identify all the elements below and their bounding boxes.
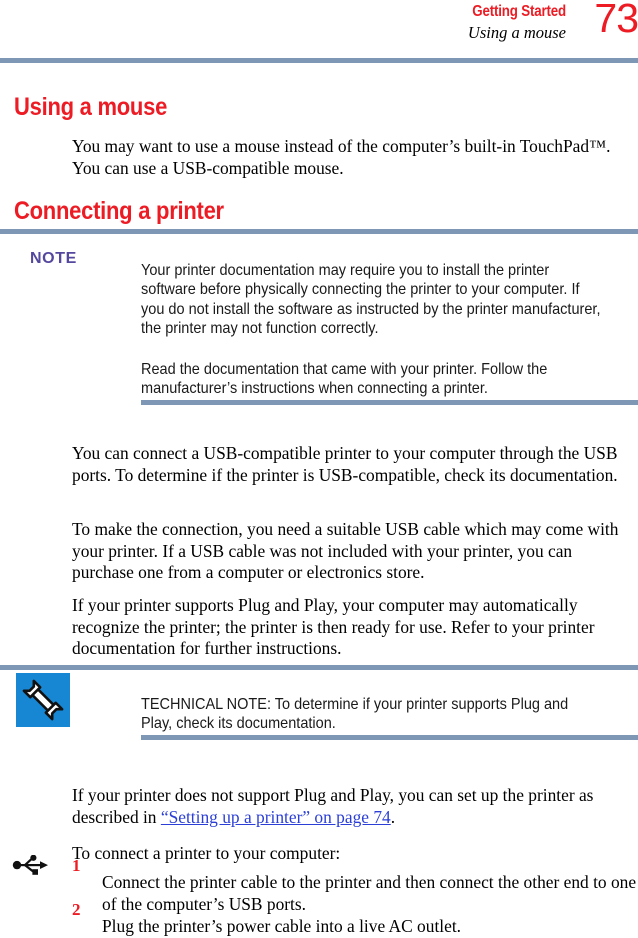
running-header: Getting Started Using a mouse 73 — [0, 0, 638, 58]
manual-page: Getting Started Using a mouse 73 Using a… — [0, 0, 638, 936]
paragraph-usb-compatible-printer: You can connect a USB-compatible printer… — [72, 443, 618, 485]
procedure-intro: To connect a printer to your computer: — [72, 843, 341, 864]
header-chapter-title: Getting Started — [472, 3, 566, 20]
step-number: 1 — [72, 856, 81, 875]
page-number: 73 — [594, 0, 638, 41]
wrench-icon — [16, 673, 70, 727]
step-text: Plug the printer’s power cable into a li… — [102, 916, 462, 937]
note-bottom-divider — [141, 400, 638, 405]
heading-connecting-a-printer: Connecting a printer — [14, 196, 224, 225]
paragraph-plug-and-play: If your printer supports Plug and Play, … — [72, 595, 595, 659]
paragraph-text-after-link: . — [390, 806, 396, 827]
header-divider — [0, 58, 638, 63]
usb-icon — [12, 855, 50, 875]
note-paragraph-2: Read the documentation that came with yo… — [141, 360, 548, 398]
paragraph-setting-up-printer: If your printer does not support Plug an… — [72, 785, 638, 828]
technical-note-paragraph: TECHNICAL NOTE: To determine if your pri… — [141, 695, 569, 733]
link-setting-up-a-printer[interactable]: “Setting up a printer” on page 74 — [161, 807, 391, 827]
heading-using-a-mouse: Using a mouse — [14, 92, 168, 121]
technical-note-bottom-divider — [141, 735, 638, 740]
header-titles: Getting Started Using a mouse — [0, 2, 566, 43]
note-label: NOTE — [30, 250, 77, 267]
note-paragraph-1: Your printer documentation may require y… — [141, 261, 601, 338]
paragraph-usb-cable: To make the connection, you need a suita… — [72, 519, 619, 583]
step-text: Connect the printer cable to the printer… — [102, 872, 637, 914]
note-top-divider — [0, 229, 638, 234]
header-section-title: Using a mouse — [467, 23, 566, 42]
step-number: 2 — [72, 900, 81, 919]
paragraph-using-a-mouse: You may want to use a mouse instead of t… — [72, 136, 611, 178]
technical-note-top-divider — [0, 665, 638, 670]
